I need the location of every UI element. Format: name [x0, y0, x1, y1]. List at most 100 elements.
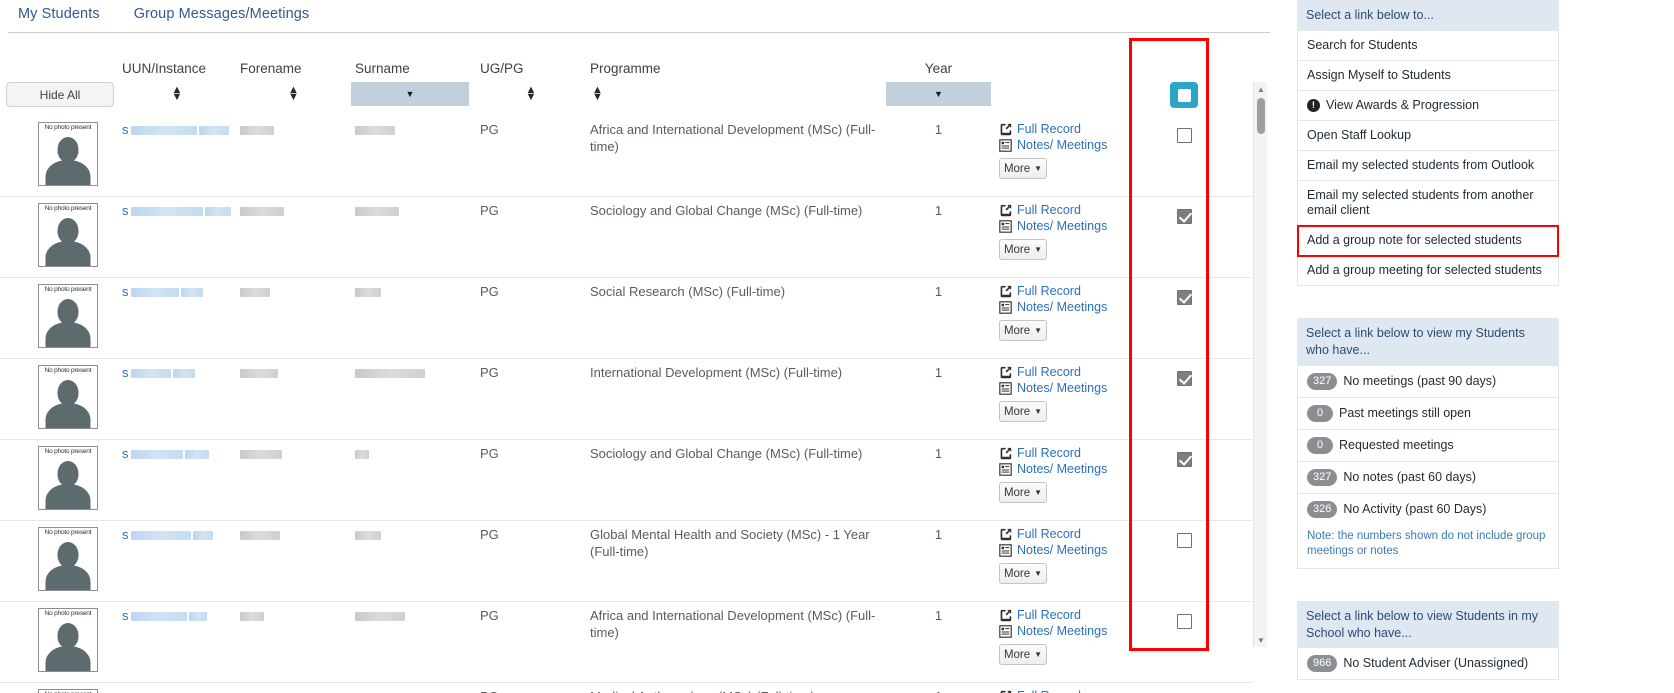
chevron-down-icon: ▼ — [1034, 164, 1043, 173]
student-photo-cell: No photo present — [0, 196, 118, 278]
external-link-icon — [1000, 528, 1012, 540]
sidebar-link-item[interactable]: ! View Awards & Progression — [1298, 90, 1558, 121]
uun-cell: s — [118, 520, 236, 602]
sidebar-link-item[interactable]: Search for Students — [1298, 30, 1558, 61]
scroll-down-arrow-icon[interactable]: ▼ — [1254, 633, 1268, 647]
student-stat-item[interactable]: 0 Past meetings still open — [1298, 397, 1558, 430]
uun-link[interactable]: s — [122, 527, 129, 542]
notes-meetings-link[interactable]: Notes/ Meetings — [999, 462, 1116, 476]
table-scrollbar[interactable]: ▲ ▼ — [1253, 82, 1267, 647]
scroll-up-arrow-icon[interactable]: ▲ — [1254, 82, 1268, 96]
sidebar-link-item[interactable]: Add a group note for selected students — [1297, 224, 1559, 257]
more-button[interactable]: More ▼ — [999, 320, 1047, 341]
more-label: More — [1003, 648, 1031, 661]
external-link-icon — [1000, 366, 1012, 378]
filter-surname-dropdown[interactable]: ▼ — [351, 82, 469, 106]
sort-uun-icon[interactable]: ▲ ▼ — [172, 85, 183, 103]
avatar-head-shape — [57, 218, 79, 243]
links-panel-list: Search for Students Assign Myself to Stud… — [1297, 30, 1559, 286]
student-photo-cell: No photo present — [0, 682, 118, 693]
scrollbar-thumb[interactable] — [1257, 98, 1265, 134]
school-stat-item[interactable]: 966 No Student Adviser (Unassigned) — [1298, 648, 1558, 680]
forename-cell — [236, 682, 351, 693]
more-button[interactable]: More ▼ — [999, 644, 1047, 665]
sort-ugpg-icon[interactable]: ▲ ▼ — [526, 85, 537, 103]
row-select-checkbox[interactable] — [1176, 290, 1192, 305]
avatar-body-shape — [45, 160, 91, 185]
more-button[interactable]: More ▼ — [999, 401, 1047, 422]
chevron-down-icon: ▼ — [934, 89, 943, 99]
notes-meetings-link[interactable]: Notes/ Meetings — [999, 219, 1116, 233]
tab-group-messages-meetings[interactable]: Group Messages/Meetings — [124, 0, 328, 31]
hide-all-button[interactable]: Hide All — [6, 82, 114, 107]
sort-programme-icon[interactable]: ▲ ▼ — [592, 85, 603, 103]
student-stat-item[interactable]: 327 No meetings (past 90 days) — [1298, 365, 1558, 398]
sidebar-link-item[interactable]: Email my selected students from Outlook — [1298, 150, 1558, 181]
notes-meetings-link[interactable]: Notes/ Meetings — [999, 300, 1116, 314]
full-record-link[interactable]: Full Record — [999, 284, 1116, 298]
avatar-head-shape — [57, 542, 79, 567]
full-record-link[interactable]: Full Record — [999, 689, 1116, 693]
surname-cell — [351, 682, 476, 693]
column-header-select — [1116, 42, 1252, 82]
stat-label: No notes (past 60 days) — [1343, 469, 1477, 484]
filter-year-dropdown[interactable]: ▼ — [886, 82, 991, 106]
external-link-icon — [1000, 609, 1012, 621]
notes-meetings-label: Notes/ Meetings — [1017, 381, 1108, 395]
more-button[interactable]: More ▼ — [999, 482, 1047, 503]
uun-link[interactable]: s — [122, 122, 129, 137]
ugpg-cell: PG — [476, 601, 586, 683]
row-select-checkbox[interactable] — [1176, 209, 1192, 224]
uun-link[interactable]: s — [122, 203, 129, 218]
notes-icon — [999, 219, 1012, 233]
uun-link[interactable]: s — [122, 284, 129, 299]
select-all-checkbox[interactable] — [1170, 82, 1198, 108]
avatar-caption: No photo present — [44, 610, 92, 617]
ugpg-cell: PG — [476, 439, 586, 521]
sidebar-link-item[interactable]: Assign Myself to Students — [1298, 60, 1558, 91]
full-record-link[interactable]: Full Record — [999, 365, 1116, 379]
sidebar-link-item[interactable]: Open Staff Lookup — [1298, 120, 1558, 151]
row-select-checkbox[interactable] — [1176, 452, 1192, 467]
row-select-checkbox[interactable] — [1176, 614, 1192, 629]
programme-cell: International Development (MSc) (Full-ti… — [586, 358, 886, 440]
avatar-caption: No photo present — [44, 205, 92, 212]
programme-cell: Sociology and Global Change (MSc) (Full-… — [586, 439, 886, 521]
uun-link[interactable]: s — [122, 608, 129, 623]
uun-link[interactable]: s — [122, 365, 129, 380]
sidebar-link-item[interactable]: Add a group meeting for selected student… — [1298, 255, 1558, 285]
tab-my-students[interactable]: My Students — [8, 0, 118, 31]
row-select-checkbox[interactable] — [1176, 371, 1192, 386]
more-button[interactable]: More ▼ — [999, 158, 1047, 179]
full-record-link[interactable]: Full Record — [999, 446, 1116, 460]
uun-link[interactable]: s — [122, 689, 129, 693]
surname-cell — [351, 520, 476, 602]
uun-link[interactable]: s — [122, 446, 129, 461]
sidebar-link-item[interactable]: Email my selected students from another … — [1298, 180, 1558, 226]
ugpg-cell: PG — [476, 277, 586, 359]
notes-meetings-link[interactable]: Notes/ Meetings — [999, 624, 1116, 638]
ugpg-cell: PG — [476, 196, 586, 278]
notes-meetings-link[interactable]: Notes/ Meetings — [999, 543, 1116, 557]
notes-meetings-link[interactable]: Notes/ Meetings — [999, 138, 1116, 152]
more-button[interactable]: More ▼ — [999, 563, 1047, 584]
notes-meetings-link[interactable]: Notes/ Meetings — [999, 381, 1116, 395]
select-all-inner-square — [1177, 88, 1191, 102]
chevron-down-icon: ▼ — [1034, 569, 1043, 578]
more-button[interactable]: More ▼ — [999, 239, 1047, 260]
student-stat-item[interactable]: 327 No notes (past 60 days) — [1298, 461, 1558, 494]
row-select-checkbox[interactable] — [1176, 128, 1192, 143]
student-stat-item[interactable]: 326 No Activity (past 60 Days) — [1298, 493, 1558, 525]
table-row: No photo present s PG Africa and Internatio… — [0, 601, 1252, 683]
sort-forename-icon[interactable]: ▲ ▼ — [288, 85, 299, 103]
forename-cell — [236, 520, 351, 602]
chevron-down-icon: ▼ — [1034, 245, 1043, 254]
full-record-link[interactable]: Full Record — [999, 527, 1116, 541]
row-select-checkbox[interactable] — [1176, 533, 1192, 548]
student-stat-item[interactable]: 0 Requested meetings — [1298, 429, 1558, 462]
full-record-link[interactable]: Full Record — [999, 122, 1116, 136]
full-record-link[interactable]: Full Record — [999, 608, 1116, 622]
sidebar-link-label: Add a group meeting for selected student… — [1307, 262, 1542, 277]
stat-count-badge: 966 — [1307, 655, 1338, 673]
full-record-link[interactable]: Full Record — [999, 203, 1116, 217]
